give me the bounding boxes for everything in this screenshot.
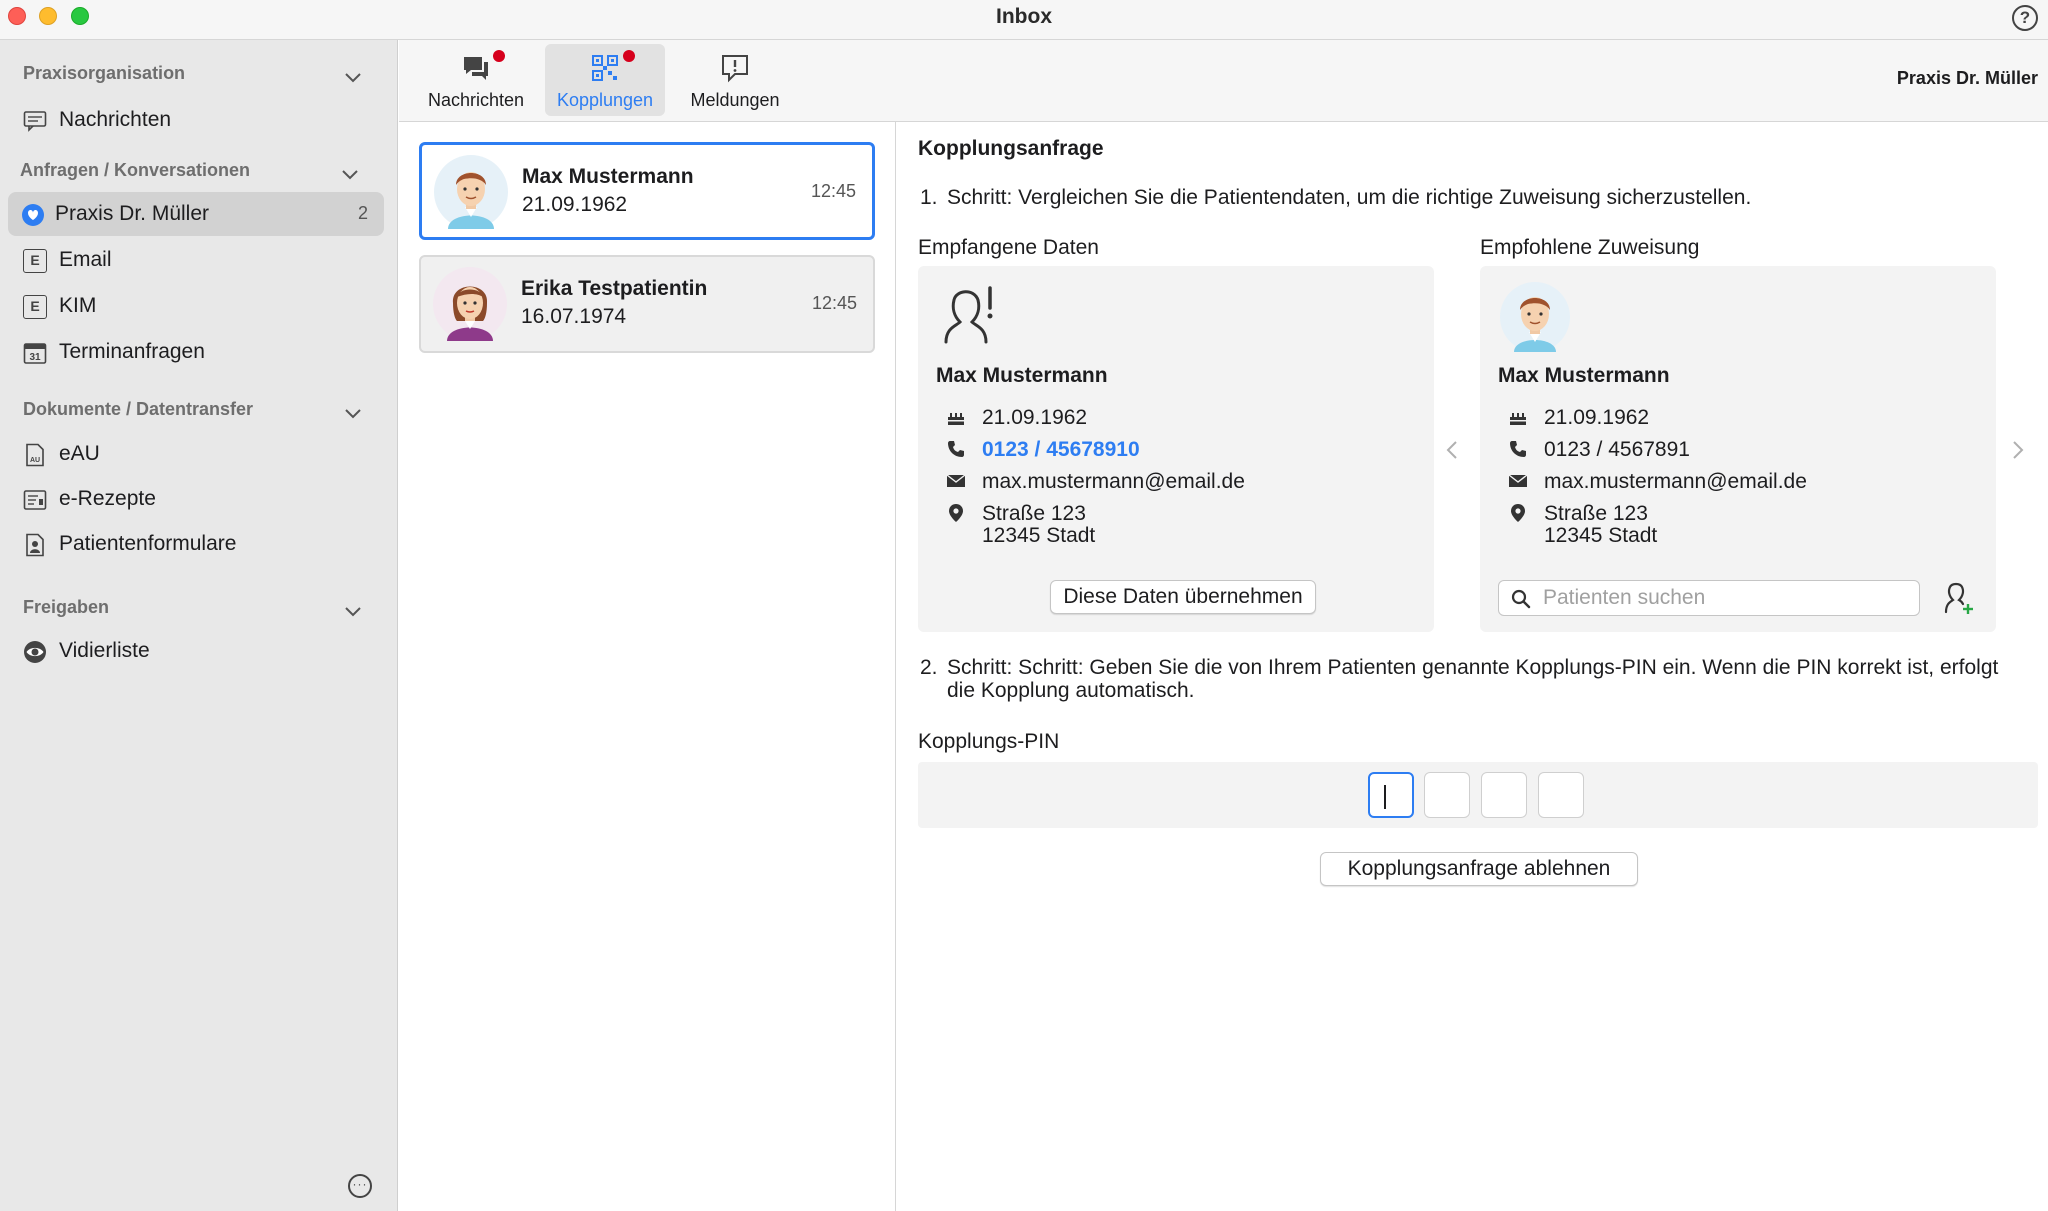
tab-kopplungen[interactable]: Kopplungen bbox=[545, 44, 665, 116]
step-2-instruction: 2. Schritt: Schritt: Geben Sie die von I… bbox=[920, 656, 1999, 702]
eye-icon bbox=[24, 641, 46, 663]
pin-digit-1[interactable] bbox=[1368, 772, 1414, 818]
birthday-cake-icon bbox=[1510, 413, 1526, 425]
text-caret bbox=[1384, 785, 1386, 809]
calendar-day-label: 31 bbox=[29, 352, 41, 363]
tab-meldungen[interactable]: Meldungen bbox=[675, 44, 795, 116]
sidebar-item-praxis-dr-mueller[interactable]: Praxis Dr. Müller 2 bbox=[8, 192, 384, 236]
kim-letter-icon: E bbox=[23, 295, 47, 319]
chat-bubbles-icon bbox=[464, 57, 488, 80]
recommended-patient-name: Max Mustermann bbox=[1498, 364, 1670, 387]
pin-digit-4[interactable] bbox=[1538, 772, 1584, 818]
envelope-icon bbox=[1508, 474, 1528, 487]
sidebar-item-nachrichten[interactable]: Nachrichten bbox=[8, 98, 384, 142]
eau-icon-label: AU bbox=[30, 457, 40, 464]
pin-digit-2[interactable] bbox=[1424, 772, 1470, 818]
sidebar-item-vidierliste[interactable]: Vidierliste bbox=[8, 629, 384, 673]
envelope-icon bbox=[946, 474, 966, 487]
sidebar-item-e-rezepte[interactable]: e-Rezepte bbox=[8, 477, 384, 521]
section-freigaben[interactable]: Freigaben bbox=[23, 597, 363, 627]
chevron-down-icon[interactable] bbox=[343, 601, 363, 621]
patient-search-field bbox=[1498, 580, 1920, 616]
pin-input-area bbox=[918, 762, 2038, 828]
sidebar-item-terminanfragen[interactable]: 31 Terminanfragen bbox=[8, 330, 384, 374]
recommended-assignment-panel: Max Mustermann 21.09.1962 0123 / 4567891… bbox=[1480, 266, 1996, 632]
received-data-panel: Max Mustermann 21.09.1962 0123 / 4567891… bbox=[918, 266, 1434, 632]
reject-coupling-button[interactable]: Kopplungsanfrage ablehnen bbox=[1320, 852, 1638, 886]
email-letter-icon: E bbox=[23, 249, 47, 273]
conversation-time: 12:45 bbox=[810, 181, 856, 201]
add-patient-icon[interactable] bbox=[1942, 580, 1976, 616]
qr-code-icon bbox=[592, 55, 618, 81]
eau-document-icon: AU bbox=[26, 443, 44, 467]
message-icon bbox=[23, 111, 47, 132]
location-pin-icon bbox=[1511, 504, 1525, 522]
conversation-item-max-mustermann[interactable]: Max Mustermann 21.09.1962 12:45 bbox=[419, 142, 875, 240]
sidebar-item-eau[interactable]: AU eAU bbox=[8, 432, 384, 476]
birthday-cake-icon bbox=[948, 413, 964, 425]
pin-digit-3[interactable] bbox=[1481, 772, 1527, 818]
female-avatar-icon bbox=[433, 267, 507, 341]
title-bar: Inbox ? bbox=[0, 0, 2048, 40]
phone-icon bbox=[1510, 441, 1526, 457]
sidebar-item-kim[interactable]: E KIM bbox=[8, 284, 384, 328]
conversation-time: 12:45 bbox=[811, 293, 857, 313]
male-avatar-icon bbox=[1500, 282, 1570, 352]
chevron-down-icon[interactable] bbox=[340, 164, 360, 184]
window-title: Inbox bbox=[996, 5, 1052, 28]
calendar-icon: 31 bbox=[23, 343, 47, 364]
received-data-heading: Empfangene Daten bbox=[918, 236, 1099, 259]
received-phone-link[interactable]: 0123 / 45678910 bbox=[982, 438, 1140, 462]
patient-form-icon bbox=[26, 533, 44, 557]
prescription-icon bbox=[23, 490, 47, 510]
unread-count-badge: 2 bbox=[357, 203, 368, 223]
search-icon bbox=[1511, 589, 1531, 609]
more-options-icon[interactable]: ··· bbox=[348, 1174, 372, 1198]
toolbar: Nachrichten Kopplungen Meldungen Praxis … bbox=[399, 40, 2048, 122]
tab-nachrichten[interactable]: Nachrichten bbox=[417, 44, 535, 116]
help-icon[interactable]: ? bbox=[2012, 5, 2038, 31]
conversation-list: Max Mustermann 21.09.1962 12:45 Erika Te… bbox=[399, 122, 896, 1211]
chevron-down-icon[interactable] bbox=[343, 403, 363, 423]
received-patient-name: Max Mustermann bbox=[936, 364, 1108, 387]
practice-name-label: Praxis Dr. Müller bbox=[1896, 68, 2038, 88]
conversation-item-erika-testpatientin[interactable]: Erika Testpatientin 16.07.1974 12:45 bbox=[419, 255, 875, 353]
location-pin-icon bbox=[949, 504, 963, 522]
section-anfragen-konversationen[interactable]: Anfragen / Konversationen bbox=[20, 160, 360, 190]
chevron-right-icon[interactable] bbox=[2010, 438, 2026, 462]
coupling-request-detail: Kopplungsanfrage 1. Schritt: Vergleichen … bbox=[896, 122, 2048, 1211]
sidebar-item-email[interactable]: E Email bbox=[8, 238, 384, 282]
alert-message-icon bbox=[722, 55, 748, 83]
phone-icon bbox=[948, 441, 964, 457]
patient-search-input[interactable] bbox=[1543, 585, 1903, 611]
sidebar: Praxisorganisation Nachrichten Anfragen … bbox=[0, 40, 398, 1211]
male-avatar-icon bbox=[434, 155, 508, 229]
accept-data-button[interactable]: Diese Daten übernehmen bbox=[1050, 580, 1316, 614]
chevron-down-icon[interactable] bbox=[343, 67, 363, 87]
step-1-instruction: 1. Schritt: Vergleichen Sie die Patienten… bbox=[920, 186, 1752, 209]
practice-logo-icon bbox=[22, 204, 44, 226]
notification-dot bbox=[493, 50, 505, 62]
notification-dot bbox=[623, 50, 635, 62]
recommended-assignment-heading: Empfohlene Zuweisung bbox=[1480, 236, 1700, 259]
sidebar-item-patientenformulare[interactable]: Patientenformulare bbox=[8, 522, 384, 566]
pin-label: Kopplungs-PIN bbox=[918, 730, 1060, 753]
section-dokumente-datentransfer[interactable]: Dokumente / Datentransfer bbox=[23, 399, 363, 429]
page-title: Kopplungsanfrage bbox=[918, 137, 1104, 160]
unknown-person-icon bbox=[944, 286, 993, 344]
section-praxisorganisation[interactable]: Praxisorganisation bbox=[23, 63, 363, 93]
chevron-left-icon[interactable] bbox=[1444, 438, 1460, 462]
